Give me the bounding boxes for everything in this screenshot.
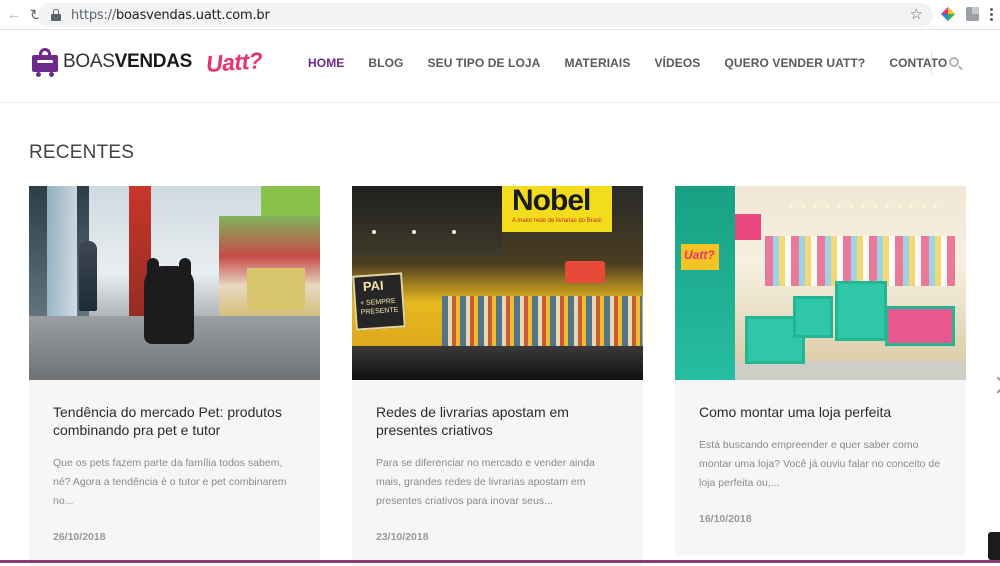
- photo-sign-text: Uatt?: [684, 248, 715, 262]
- nav-store-type[interactable]: SEU TIPO DE LOJA: [415, 56, 552, 70]
- post-date: 23/10/2018: [376, 531, 429, 543]
- logo-light: BOAS: [63, 51, 115, 72]
- site-logo[interactable]: BOASVENDAS Uatt?: [32, 46, 264, 77]
- nav-videos[interactable]: VÍDEOS: [642, 56, 712, 70]
- nav-blog[interactable]: BLOG: [356, 56, 415, 70]
- post-excerpt: Está buscando empreender e quer saber co…: [699, 439, 941, 489]
- shopping-bag-icon: [32, 48, 58, 77]
- post-image-bookstore[interactable]: Nobel A maior rede de livrarias do Brasi…: [352, 186, 643, 380]
- site-header: BOASVENDAS Uatt? HOME BLOG SEU TIPO DE L…: [0, 30, 1000, 103]
- logo-text: BOASVENDAS: [63, 51, 192, 73]
- photo-gift-box: PAI + SEMPRE PRESENTE: [352, 272, 406, 331]
- logo-bold: VENDAS: [114, 51, 193, 72]
- nav-divider: [931, 51, 932, 75]
- photo-box-subtitle: + SEMPRE PRESENTE: [359, 297, 399, 317]
- browser-menu-icon[interactable]: [990, 8, 994, 22]
- nav-sell-uatt[interactable]: QUERO VENDER UATT?: [712, 56, 877, 70]
- nav-contact[interactable]: CONTATO: [877, 56, 959, 70]
- url-host: boasvendas.uatt.com.br: [116, 7, 270, 23]
- bookmark-star-icon[interactable]: ☆: [910, 5, 923, 23]
- post-card[interactable]: Tendência do mercado Pet: produtos combi…: [29, 186, 320, 566]
- post-excerpt: Para se diferenciar no mercado e vender …: [376, 457, 595, 507]
- carousel-next-icon[interactable]: [990, 374, 1000, 398]
- post-image-uatt-store[interactable]: Uatt?: [675, 186, 966, 380]
- section-title: RECENTES: [29, 142, 135, 163]
- post-image-pet-store[interactable]: [29, 186, 320, 380]
- photo-sign-subtext: A maior rede de livrarias do Brasil: [512, 218, 602, 224]
- post-card[interactable]: Uatt? Como montar uma loja perfeita Está…: [675, 186, 966, 555]
- nav-home[interactable]: HOME: [296, 56, 356, 70]
- nav-materials[interactable]: MATERIAIS: [552, 56, 642, 70]
- post-date: 26/10/2018: [53, 531, 106, 543]
- post-card[interactable]: Nobel A maior rede de livrarias do Brasi…: [352, 186, 643, 566]
- extension-gray-icon[interactable]: [966, 7, 979, 21]
- url-text[interactable]: https://boasvendas.uatt.com.br: [71, 8, 270, 23]
- post-title[interactable]: Tendência do mercado Pet: produtos combi…: [53, 403, 303, 439]
- post-date: 16/10/2018: [699, 513, 752, 525]
- address-bar[interactable]: https://boasvendas.uatt.com.br ☆: [38, 3, 933, 27]
- main-nav: HOME BLOG SEU TIPO DE LOJA MATERIAIS VÍD…: [296, 56, 959, 70]
- lock-icon: [51, 9, 61, 21]
- post-title[interactable]: Como montar uma loja perfeita: [699, 403, 949, 421]
- photo-sign-text: Nobel: [512, 186, 591, 217]
- url-scheme: https://: [71, 7, 116, 23]
- photo-sign: Uatt?: [681, 244, 719, 270]
- photo-box-title: PAI: [362, 277, 385, 295]
- post-title[interactable]: Redes de livrarias apostam em presentes …: [376, 403, 626, 439]
- extension-color-icon[interactable]: [941, 7, 955, 21]
- photo-sign: Nobel A maior rede de livrarias do Brasi…: [502, 186, 612, 232]
- back-arrow-icon[interactable]: ←: [4, 5, 24, 25]
- post-excerpt: Que os pets fazem parte da família todos…: [53, 457, 287, 507]
- uatt-logo: Uatt?: [205, 46, 264, 77]
- scroll-top-button[interactable]: [988, 532, 1000, 560]
- search-icon[interactable]: [949, 57, 963, 71]
